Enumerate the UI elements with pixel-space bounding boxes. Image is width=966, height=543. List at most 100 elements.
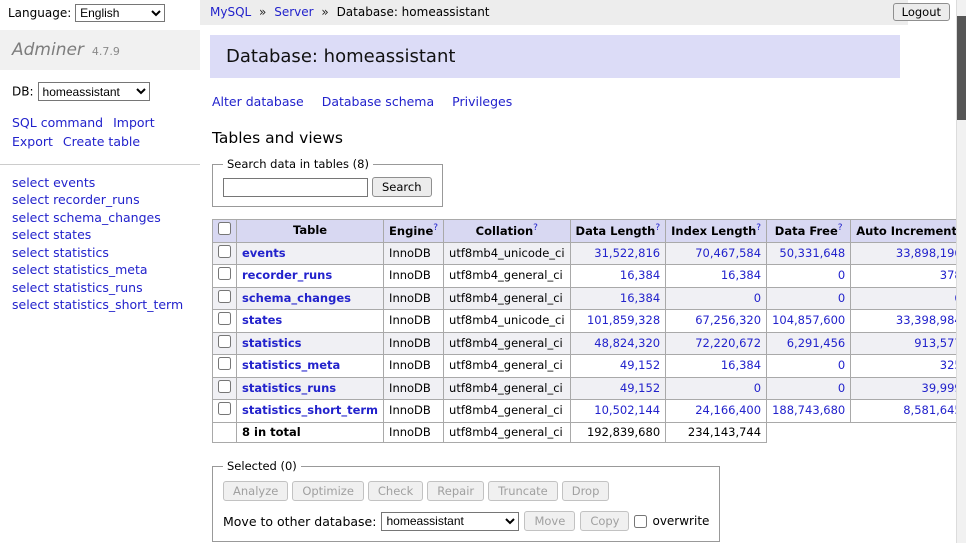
selected-legend: Selected (0) (223, 459, 301, 473)
search-input[interactable] (223, 178, 368, 197)
data-free-value[interactable]: 0 (838, 291, 845, 305)
data-length-value[interactable]: 10,502,144 (594, 403, 660, 417)
db-select[interactable]: homeassistant (38, 82, 150, 101)
table-name-link[interactable]: statistics_short_term (242, 403, 378, 417)
sidebar-select-link[interactable]: select events (12, 175, 188, 192)
sql-command-link[interactable]: SQL command (12, 115, 103, 130)
data-length-value[interactable]: 31,522,816 (594, 246, 660, 260)
data-length-value[interactable]: 16,384 (620, 291, 660, 305)
column-help-link[interactable]: ? (838, 223, 843, 233)
logout-button[interactable]: Logout (893, 3, 950, 21)
data-free-value[interactable]: 0 (838, 381, 845, 395)
adminer-logo-link[interactable]: Adminer (12, 40, 84, 60)
bulk-optimize-button[interactable]: Optimize (292, 481, 364, 501)
table-name-link[interactable]: schema_changes (242, 291, 351, 305)
sidebar-select-link[interactable]: select recorder_runs (12, 192, 188, 209)
table-name-link[interactable]: statistics_meta (242, 358, 340, 372)
scrollbar-thumb[interactable] (957, 16, 966, 120)
table-name-link[interactable]: statistics (242, 336, 302, 350)
data-free-value[interactable]: 104,857,600 (772, 313, 845, 327)
data-length-value[interactable]: 48,824,320 (594, 336, 660, 350)
sidebar-select-link[interactable]: select statistics_meta (12, 262, 188, 279)
table-name-cell: recorder_runs (237, 265, 384, 288)
move-button[interactable]: Move (524, 511, 575, 531)
engine-cell: InnoDB (384, 310, 444, 333)
import-link[interactable]: Import (113, 115, 155, 130)
index-length-value[interactable]: 72,220,672 (695, 336, 761, 350)
data-free-cell: 0 (767, 265, 851, 288)
auto-increment-value[interactable]: 33,398,984 (896, 313, 962, 327)
engine-cell: InnoDB (384, 265, 444, 288)
db-action-link[interactable]: Database schema (322, 94, 434, 109)
sidebar-select-link[interactable]: select statistics (12, 245, 188, 262)
table-name-link[interactable]: states (242, 313, 282, 327)
column-help-link[interactable]: ? (756, 223, 761, 233)
bulk-check-button[interactable]: Check (368, 481, 423, 501)
index-length-value[interactable]: 70,467,584 (695, 246, 761, 260)
column-help-link[interactable]: ? (655, 223, 660, 233)
data-free-value[interactable]: 188,743,680 (772, 403, 845, 417)
collation-cell: utf8mb4_general_ci (444, 332, 571, 355)
row-checkbox[interactable] (218, 290, 231, 303)
data-length-value[interactable]: 49,152 (620, 381, 660, 395)
export-link[interactable]: Export (12, 134, 53, 149)
auto-increment-value[interactable]: 8,581,645 (903, 403, 962, 417)
auto-increment-value[interactable]: 913,577 (914, 336, 962, 350)
table-name-link[interactable]: events (242, 246, 286, 260)
sidebar-select-link[interactable]: select schema_changes (12, 210, 188, 227)
table-name-cell: events (237, 242, 384, 265)
data-free-value[interactable]: 6,291,456 (787, 336, 846, 350)
data-length-cell: 31,522,816 (570, 242, 666, 265)
table-name-link[interactable]: statistics_runs (242, 381, 336, 395)
data-length-cell: 16,384 (570, 287, 666, 310)
auto-increment-cell: 325 (851, 355, 966, 378)
column-help-link[interactable]: ? (533, 223, 538, 233)
data-length-value[interactable]: 101,859,328 (587, 313, 660, 327)
row-checkbox[interactable] (218, 402, 231, 415)
sidebar-select-link[interactable]: select states (12, 227, 188, 244)
bulk-analyze-button[interactable]: Analyze (223, 481, 288, 501)
table-name-cell: statistics_short_term (237, 400, 384, 423)
table-name-link[interactable]: recorder_runs (242, 268, 332, 282)
index-length-value[interactable]: 16,384 (721, 268, 761, 282)
data-length-value[interactable]: 49,152 (620, 358, 660, 372)
vertical-scrollbar[interactable] (956, 0, 966, 543)
data-length-value[interactable]: 16,384 (620, 268, 660, 282)
copy-button[interactable]: Copy (580, 511, 629, 531)
data-free-cell: 0 (767, 287, 851, 310)
collation-cell: utf8mb4_general_ci (444, 355, 571, 378)
data-free-value[interactable]: 0 (838, 358, 845, 372)
row-checkbox[interactable] (218, 380, 231, 393)
row-checkbox[interactable] (218, 335, 231, 348)
bulk-truncate-button[interactable]: Truncate (488, 481, 558, 501)
index-length-value[interactable]: 67,256,320 (695, 313, 761, 327)
index-length-value[interactable]: 0 (754, 381, 761, 395)
overwrite-checkbox[interactable] (634, 515, 647, 528)
row-checkbox[interactable] (218, 267, 231, 280)
index-length-value[interactable]: 0 (754, 291, 761, 305)
db-action-link[interactable]: Alter database (212, 94, 304, 109)
sidebar-select-link[interactable]: select statistics_short_term (12, 297, 188, 314)
column-header-engine: Engine? (384, 220, 444, 243)
column-help-link[interactable]: ? (433, 223, 438, 233)
breadcrumb-server-link[interactable]: Server (274, 5, 313, 19)
row-checkbox[interactable] (218, 312, 231, 325)
index-length-value[interactable]: 16,384 (721, 358, 761, 372)
create-table-link-sidebar[interactable]: Create table (63, 134, 140, 149)
search-button[interactable]: Search (372, 177, 432, 197)
db-actions: Alter database Database schema Privileges (212, 94, 898, 109)
data-free-value[interactable]: 0 (838, 268, 845, 282)
bulk-drop-button[interactable]: Drop (562, 481, 610, 501)
db-action-link[interactable]: Privileges (452, 94, 512, 109)
data-free-value[interactable]: 50,331,648 (779, 246, 845, 260)
sidebar-select-link[interactable]: select statistics_runs (12, 280, 188, 297)
move-db-select[interactable]: homeassistant (381, 512, 519, 531)
breadcrumb-mysql-link[interactable]: MySQL (210, 5, 251, 19)
index-length-value[interactable]: 24,166,400 (695, 403, 761, 417)
row-checkbox[interactable] (218, 357, 231, 370)
bulk-repair-button[interactable]: Repair (427, 481, 484, 501)
auto-increment-value[interactable]: 33,898,196 (896, 246, 962, 260)
select-all-checkbox[interactable] (218, 222, 231, 235)
row-checkbox[interactable] (218, 245, 231, 258)
language-select[interactable]: English (75, 4, 165, 22)
